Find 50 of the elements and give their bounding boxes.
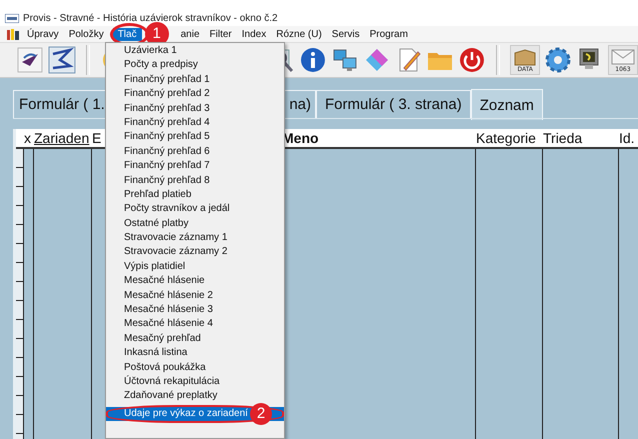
menu-item[interactable]: Finančný prehľad 6 [106,144,284,160]
info-icon[interactable] [298,46,327,74]
menu-item[interactable]: Prehľad platieb [106,188,284,202]
menu-item[interactable]: Stravovacie záznamy 1 [106,231,284,246]
column-header[interactable]: Zariaden [34,130,90,146]
menu-item[interactable]: anie [176,28,205,40]
tab[interactable]: Formulár ( 3. strana) [316,90,471,118]
menu-item[interactable]: Počty stravníkov a jedál [106,202,284,217]
menu-item[interactable]: Mesačný prehľad [106,332,284,346]
menu-item[interactable]: Finančný prehľad 4 [106,116,284,130]
menu-item[interactable]: Finančný prehľad 7 [106,159,284,174]
envelope-icon [610,48,635,66]
menu-item[interactable]: Ostatné platby [106,216,284,232]
menu-item[interactable]: Inkasná listina [106,346,284,361]
cardboard-box-icon [513,48,538,66]
menu-item[interactable]: Stravovacie záznamy 2 [106,245,284,260]
column-header[interactable]: Id. [619,130,635,146]
menu-item[interactable]: Počty a predpisy [106,58,284,73]
tab[interactable]: Zoznam [470,89,543,120]
menu-item[interactable]: Mesačné hlásenie 4 [106,317,284,332]
callout-badge: 2 [250,402,272,425]
books-icon[interactable] [6,28,20,40]
menu-item[interactable]: Tlač [112,28,142,40]
swoosh-logo-icon[interactable] [48,46,76,74]
menu-item[interactable]: Program [364,28,413,40]
menu-item[interactable]: Index [236,28,272,40]
menu-item[interactable]: Uzávierka 1 [106,44,284,58]
menu-item[interactable]: Úpravy [22,28,64,40]
menu-item[interactable]: Mesačné hlásenie [106,274,284,289]
column-header[interactable]: x [24,130,31,146]
menu-item[interactable]: Finančný prehľad 1 [106,72,284,88]
settings-icon[interactable] [544,46,572,74]
column-header[interactable]: E [92,130,102,146]
menu-item[interactable]: Rózne (U) [271,28,327,40]
menu-item[interactable]: Položky [64,28,109,40]
menu-item[interactable]: Účtovná rekapitulácia [106,374,284,390]
column-header[interactable]: Kategorie [476,130,536,146]
menu-item[interactable]: Servis [326,28,365,40]
menu-item[interactable]: Poštová poukážka [106,360,284,375]
power-icon[interactable] [458,46,486,74]
paper-plane-icon[interactable] [16,46,44,74]
app-icon [5,14,19,23]
menu-item[interactable]: Filter [204,28,237,40]
menu-item[interactable]: Výpis platidiel [106,260,284,274]
menu-item[interactable]: Finančný prehľad 8 [106,174,284,188]
column-header[interactable]: Trieda [543,130,582,146]
menu-item[interactable]: Zdaňované preplatky [106,389,284,404]
menu-item[interactable]: Finančný prehľad 5 [106,130,284,145]
menu-item[interactable]: Mesačné hlásenie 3 [106,303,284,318]
menu-item[interactable]: Mesačné hlásenie 2 [106,288,284,304]
